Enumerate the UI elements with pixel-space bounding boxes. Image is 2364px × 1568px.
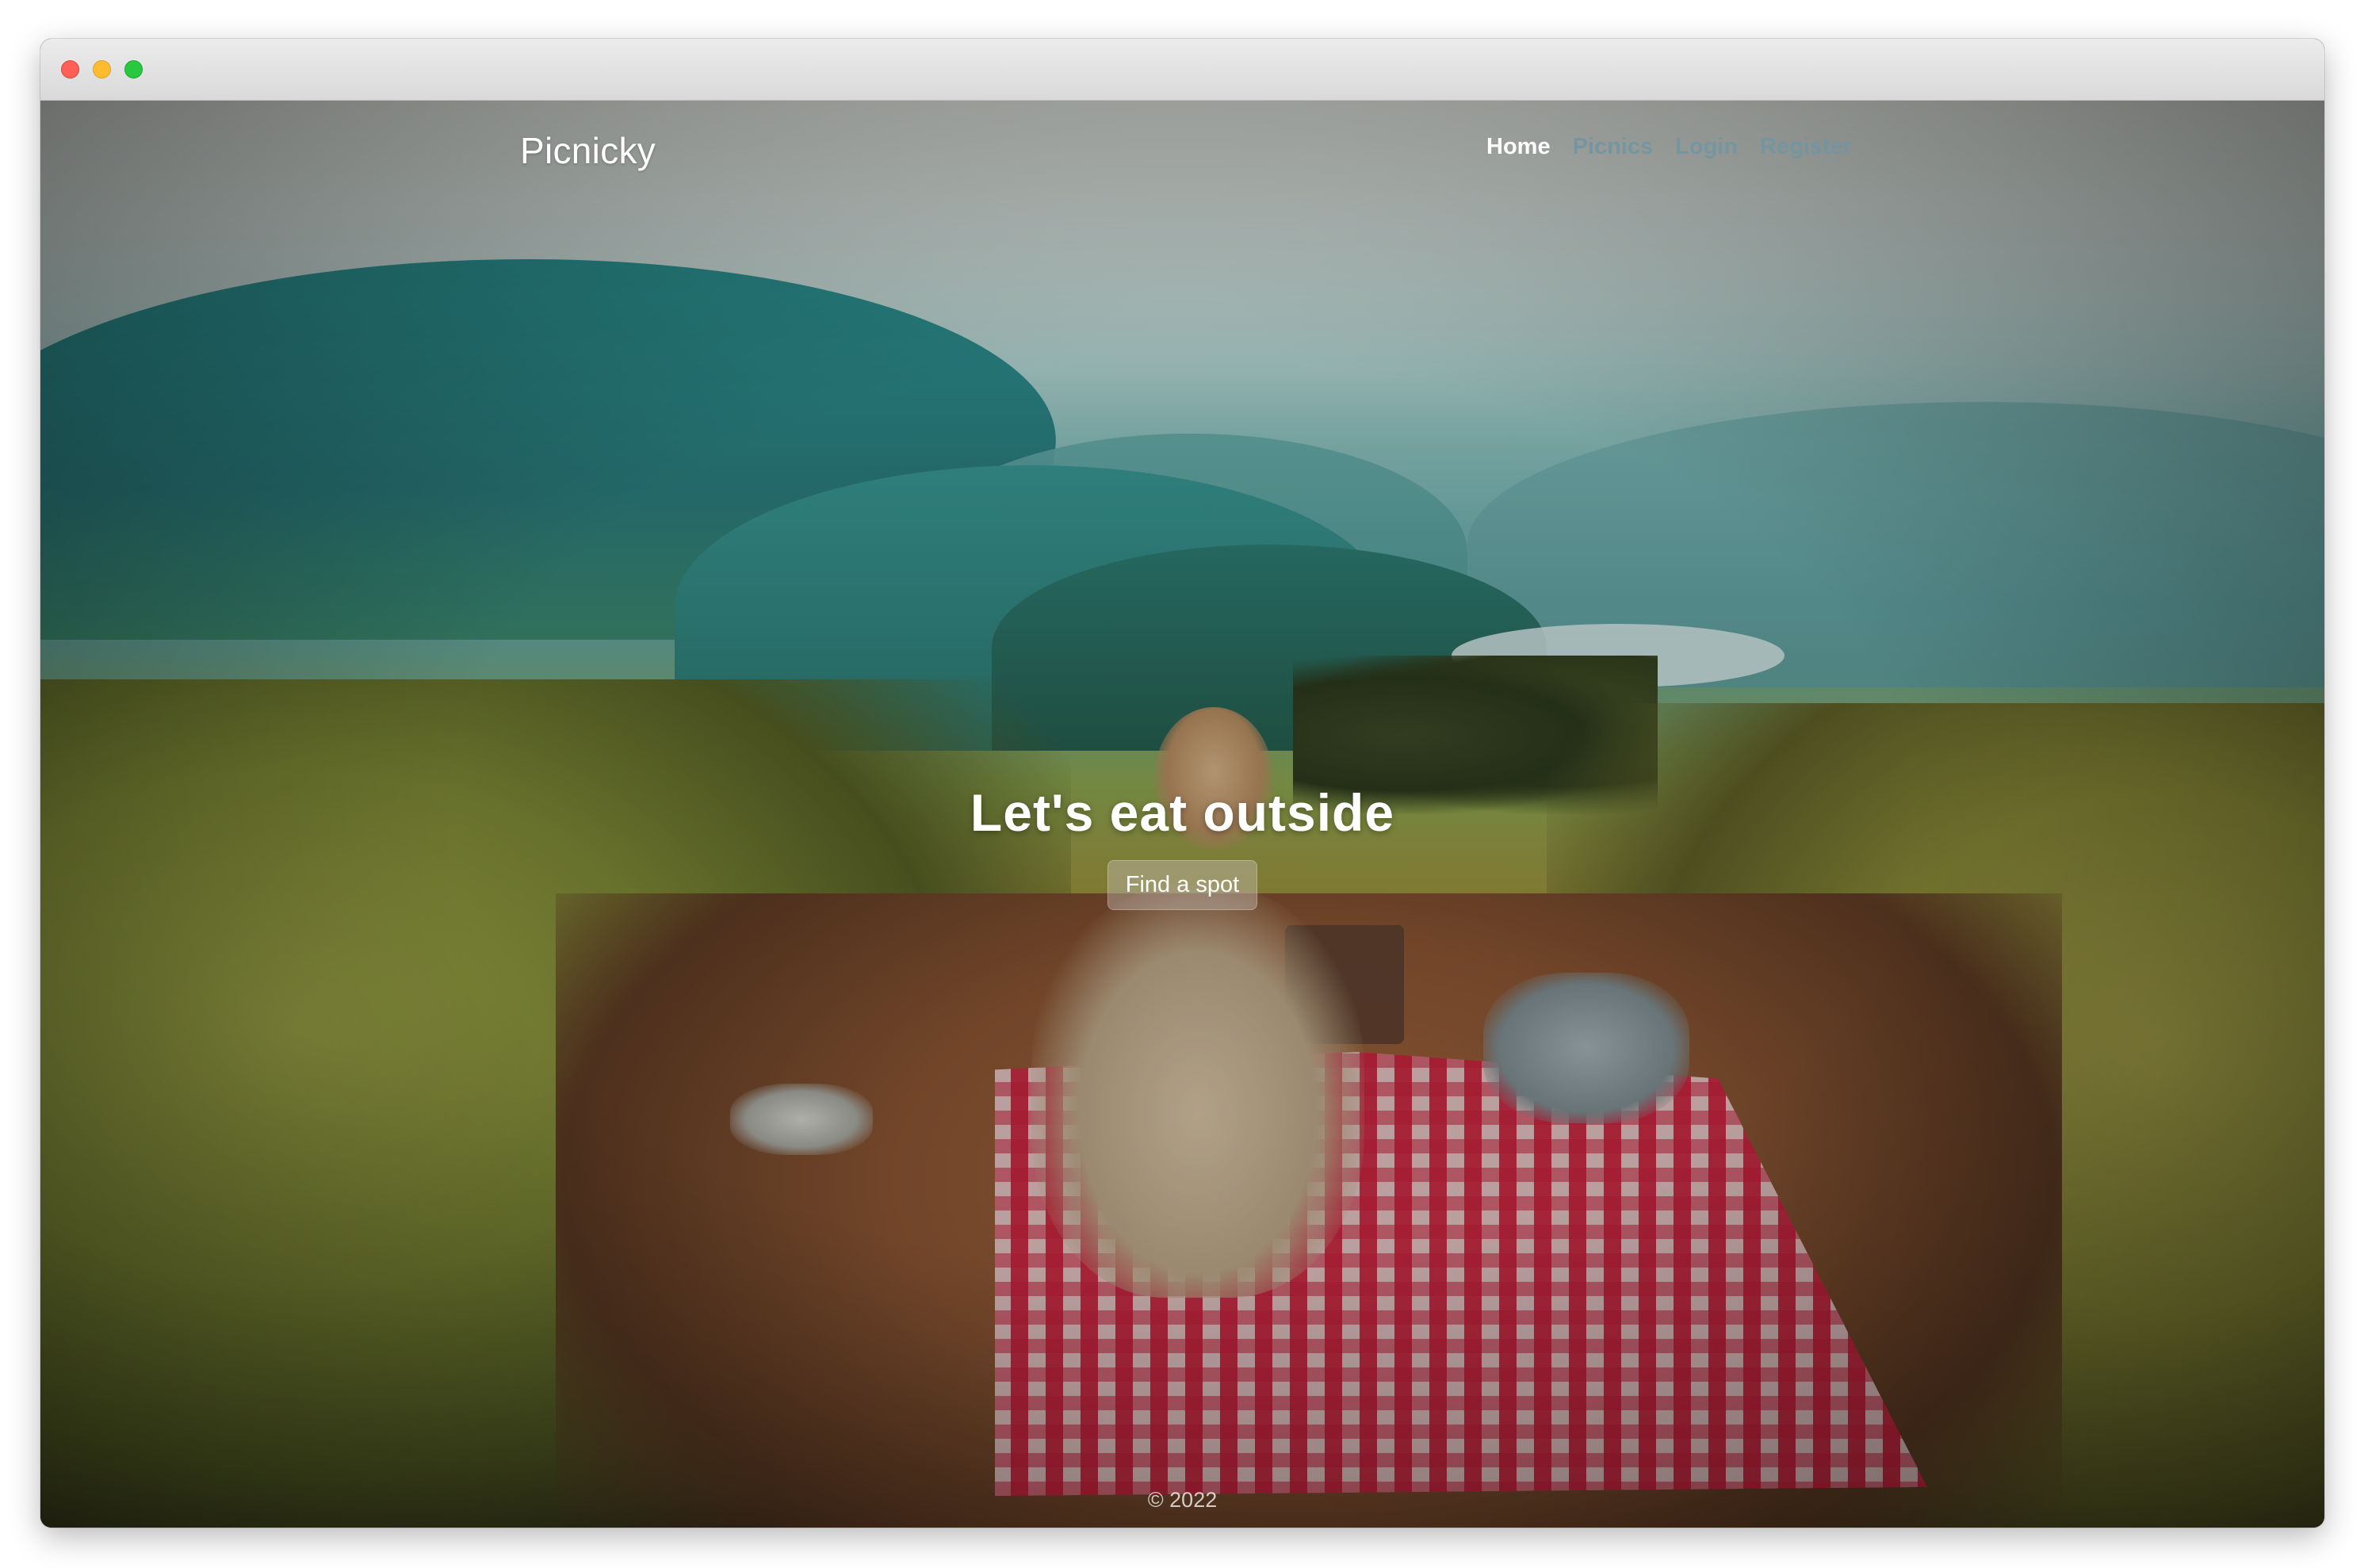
find-a-spot-button[interactable]: Find a spot (1107, 860, 1258, 910)
brand-logo[interactable]: Picnicky (520, 129, 656, 172)
main-nav: Home Picnics Login Register (1475, 134, 1863, 160)
browser-window: Picnicky Home Picnics Login Register Let… (40, 39, 2324, 1528)
page-viewport: Picnicky Home Picnics Login Register Let… (40, 101, 2324, 1528)
nav-link-home[interactable]: Home (1475, 134, 1562, 160)
nav-link-picnics[interactable]: Picnics (1562, 134, 1665, 160)
hero-title: Let's eat outside (970, 783, 1395, 842)
title-bar (40, 39, 2324, 101)
minimize-window-button[interactable] (93, 60, 111, 78)
close-window-button[interactable] (61, 60, 79, 78)
footer-copyright: © 2022 (1147, 1488, 1218, 1512)
nav-link-login[interactable]: Login (1664, 134, 1749, 160)
maximize-window-button[interactable] (124, 60, 143, 78)
hero-section: Let's eat outside Find a spot (40, 782, 2324, 910)
nav-link-register[interactable]: Register (1749, 134, 1863, 160)
